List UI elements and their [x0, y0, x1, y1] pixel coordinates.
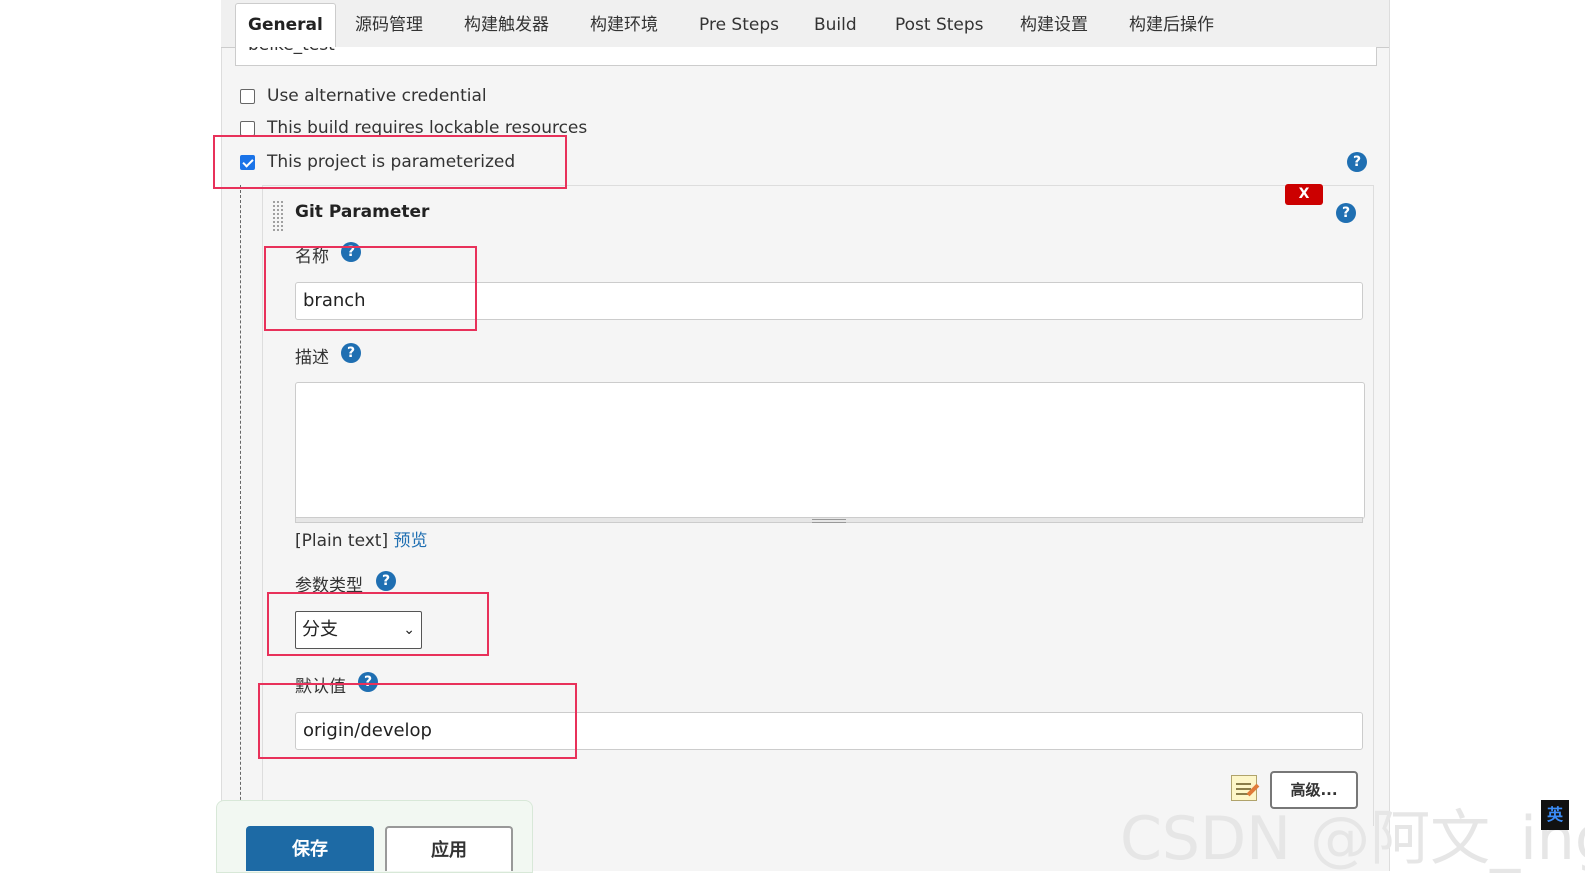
annotation-box-default	[258, 683, 577, 759]
delete-parameter-button[interactable]: X	[1285, 184, 1323, 205]
lockable-checkbox[interactable]	[240, 121, 255, 136]
tab-build-triggers[interactable]: 构建触发器	[452, 4, 561, 46]
tab-build-env[interactable]: 构建环境	[578, 4, 670, 46]
annotation-box-parameterized	[213, 135, 567, 189]
alt-credential-label: Use alternative credential	[267, 86, 487, 106]
plain-text-note: [Plain text] 预览	[295, 526, 428, 551]
preview-link[interactable]: 预览	[394, 531, 428, 551]
tab-pre-steps[interactable]: Pre Steps	[687, 4, 791, 46]
apply-button[interactable]: 应用	[385, 826, 513, 871]
tab-build[interactable]: Build	[802, 4, 869, 46]
alt-credential-checkbox[interactable]	[240, 89, 255, 104]
save-button[interactable]: 保存	[246, 826, 374, 871]
previous-field[interactable]: beike_test	[235, 47, 1377, 66]
description-label: 描述	[295, 348, 329, 368]
git-parameter-help-icon[interactable]: ?	[1336, 203, 1356, 223]
annotation-box-type	[267, 592, 489, 656]
ime-indicator: 英	[1541, 800, 1569, 830]
tab-general[interactable]: General	[235, 3, 336, 48]
previous-field-value: beike_test	[248, 47, 335, 55]
description-textarea[interactable]	[295, 382, 1365, 519]
plain-text-label: [Plain text]	[295, 531, 389, 551]
drag-handle-icon[interactable]	[272, 200, 284, 232]
splitter-handle-icon[interactable]	[812, 519, 846, 523]
tab-source-control[interactable]: 源码管理	[343, 4, 435, 46]
textarea-splitter[interactable]	[295, 517, 1363, 523]
annotation-box-name	[264, 246, 477, 331]
tab-post-build[interactable]: 构建后操作	[1117, 4, 1226, 46]
watermark: CSDN @阿文_ing	[1120, 804, 1585, 874]
tab-build-settings[interactable]: 构建设置	[1008, 4, 1100, 46]
description-help-icon[interactable]: ?	[341, 343, 361, 363]
git-parameter-title: Git Parameter	[295, 202, 430, 222]
param-indent-line	[240, 185, 241, 825]
param-type-help-icon[interactable]: ?	[376, 571, 396, 591]
parameterized-help-icon[interactable]: ?	[1347, 152, 1367, 172]
tab-post-steps[interactable]: Post Steps	[883, 4, 996, 46]
